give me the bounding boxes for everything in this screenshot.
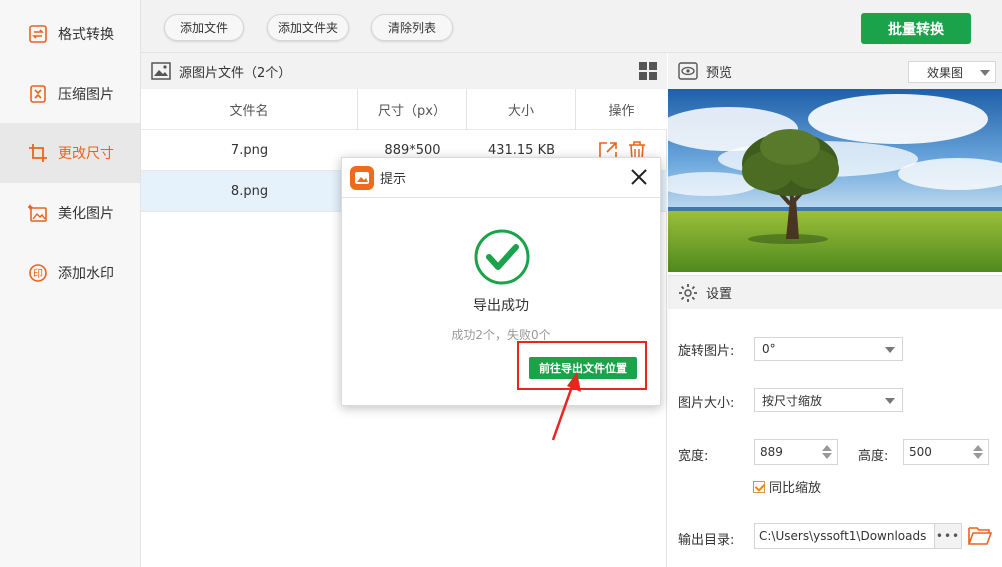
compress-icon [28,84,48,104]
preview-panel: 预览 效果图 设置 旋转图片: 0° 图片大小: 按尺寸缩放 宽度: 889 高… [668,53,1002,567]
sidebar: 格式转换 压缩图片 更改尺寸 美化图片 印 添加水印 [0,0,141,567]
preview-image [668,89,1002,272]
height-input[interactable]: 500 [903,439,989,465]
add-file-button[interactable]: 添加文件 [164,14,244,41]
sidebar-item-format-convert[interactable]: 格式转换 [0,4,140,64]
rotate-select[interactable]: 0° [754,337,903,361]
preview-header: 预览 效果图 [668,53,1002,89]
sidebar-item-resize[interactable]: 更改尺寸 [0,123,140,183]
output-path-value: C:\Users\yssoft1\Downloads [759,529,927,543]
sidebar-item-label: 压缩图片 [58,87,114,103]
success-check-icon [474,229,530,285]
size-mode-select[interactable]: 按尺寸缩放 [754,388,903,412]
column-header-name[interactable]: 文件名 [141,89,358,130]
format-convert-icon [28,24,48,44]
sidebar-item-compress[interactable]: 压缩图片 [0,64,140,124]
decrement-icon[interactable] [822,453,832,459]
output-path-field[interactable]: C:\Users\yssoft1\Downloads [754,523,935,549]
height-value: 500 [909,445,932,459]
column-header-actions: 操作 [608,104,635,119]
size-mode-value: 按尺寸缩放 [762,393,823,408]
svg-text:印: 印 [33,268,43,280]
column-header-size[interactable]: 大小 [467,89,576,130]
chevron-down-icon [885,398,895,404]
toolbar: 添加文件 添加文件夹 清除列表 批量转换 [141,0,1002,53]
keep-ratio-label: 同比缩放 [769,481,822,496]
increment-icon[interactable] [822,445,832,451]
table-header-row: 文件名 尺寸（px） 大小 操作 [141,89,667,130]
rotate-value: 0° [762,342,776,356]
sidebar-item-label: 添加水印 [58,266,114,282]
image-icon [151,62,171,80]
app-window: 格式转换 压缩图片 更改尺寸 美化图片 印 添加水印 添加文件 添加文件夹 清除… [0,0,1002,567]
file-panel-title: 源图片文件（2个） [179,65,292,81]
beautify-icon [28,203,48,223]
sidebar-item-beautify[interactable]: 美化图片 [0,183,140,243]
preview-mode-value: 效果图 [927,65,964,80]
open-folder-icon[interactable] [968,524,992,546]
decrement-icon[interactable] [973,453,983,459]
output-dir-label: 输出目录: [678,533,735,548]
width-value: 889 [760,445,783,459]
preview-title: 预览 [706,65,733,81]
batch-convert-button[interactable]: 批量转换 [861,13,971,44]
height-label: 高度: [858,449,889,464]
file-panel-header: 源图片文件（2个） [141,53,667,89]
increment-icon[interactable] [973,445,983,451]
settings-title: 设置 [706,287,733,302]
file-name: 8.png [230,184,269,199]
clear-list-button[interactable]: 清除列表 [371,14,453,41]
width-input[interactable]: 889 [754,439,838,465]
sidebar-item-label: 格式转换 [58,27,114,43]
watermark-icon: 印 [28,263,48,283]
app-logo-icon [350,165,374,190]
chevron-down-icon [980,70,990,76]
sidebar-item-watermark[interactable]: 印 添加水印 [0,243,140,303]
add-folder-button[interactable]: 添加文件夹 [267,14,349,41]
column-header-dimensions[interactable]: 尺寸（px） [358,89,467,130]
rotate-label: 旋转图片: [678,344,735,359]
close-icon[interactable] [628,166,650,188]
sidebar-item-label: 美化图片 [58,206,114,222]
grid-view-icon[interactable] [639,62,657,80]
preview-mode-select[interactable]: 效果图 [908,61,996,83]
width-label: 宽度: [678,449,709,464]
preview-eye-icon [678,62,698,80]
settings-header: 设置 [668,275,1002,309]
sidebar-item-label: 更改尺寸 [58,146,114,162]
keep-ratio-checkbox[interactable]: 同比缩放 [753,477,821,496]
file-name: 7.png [230,143,269,158]
highlight-arrow-icon [551,372,581,441]
checkbox-checked-icon[interactable] [753,480,765,493]
dialog-title-bar: 提示 [342,158,660,198]
resize-icon [28,143,48,163]
dialog-message: 导出成功 [473,298,529,314]
size-label: 图片大小: [678,396,735,411]
dialog-title: 提示 [380,172,407,187]
browse-more-button[interactable]: ••• [934,523,962,549]
gear-icon [679,283,697,302]
chevron-down-icon [885,347,895,353]
